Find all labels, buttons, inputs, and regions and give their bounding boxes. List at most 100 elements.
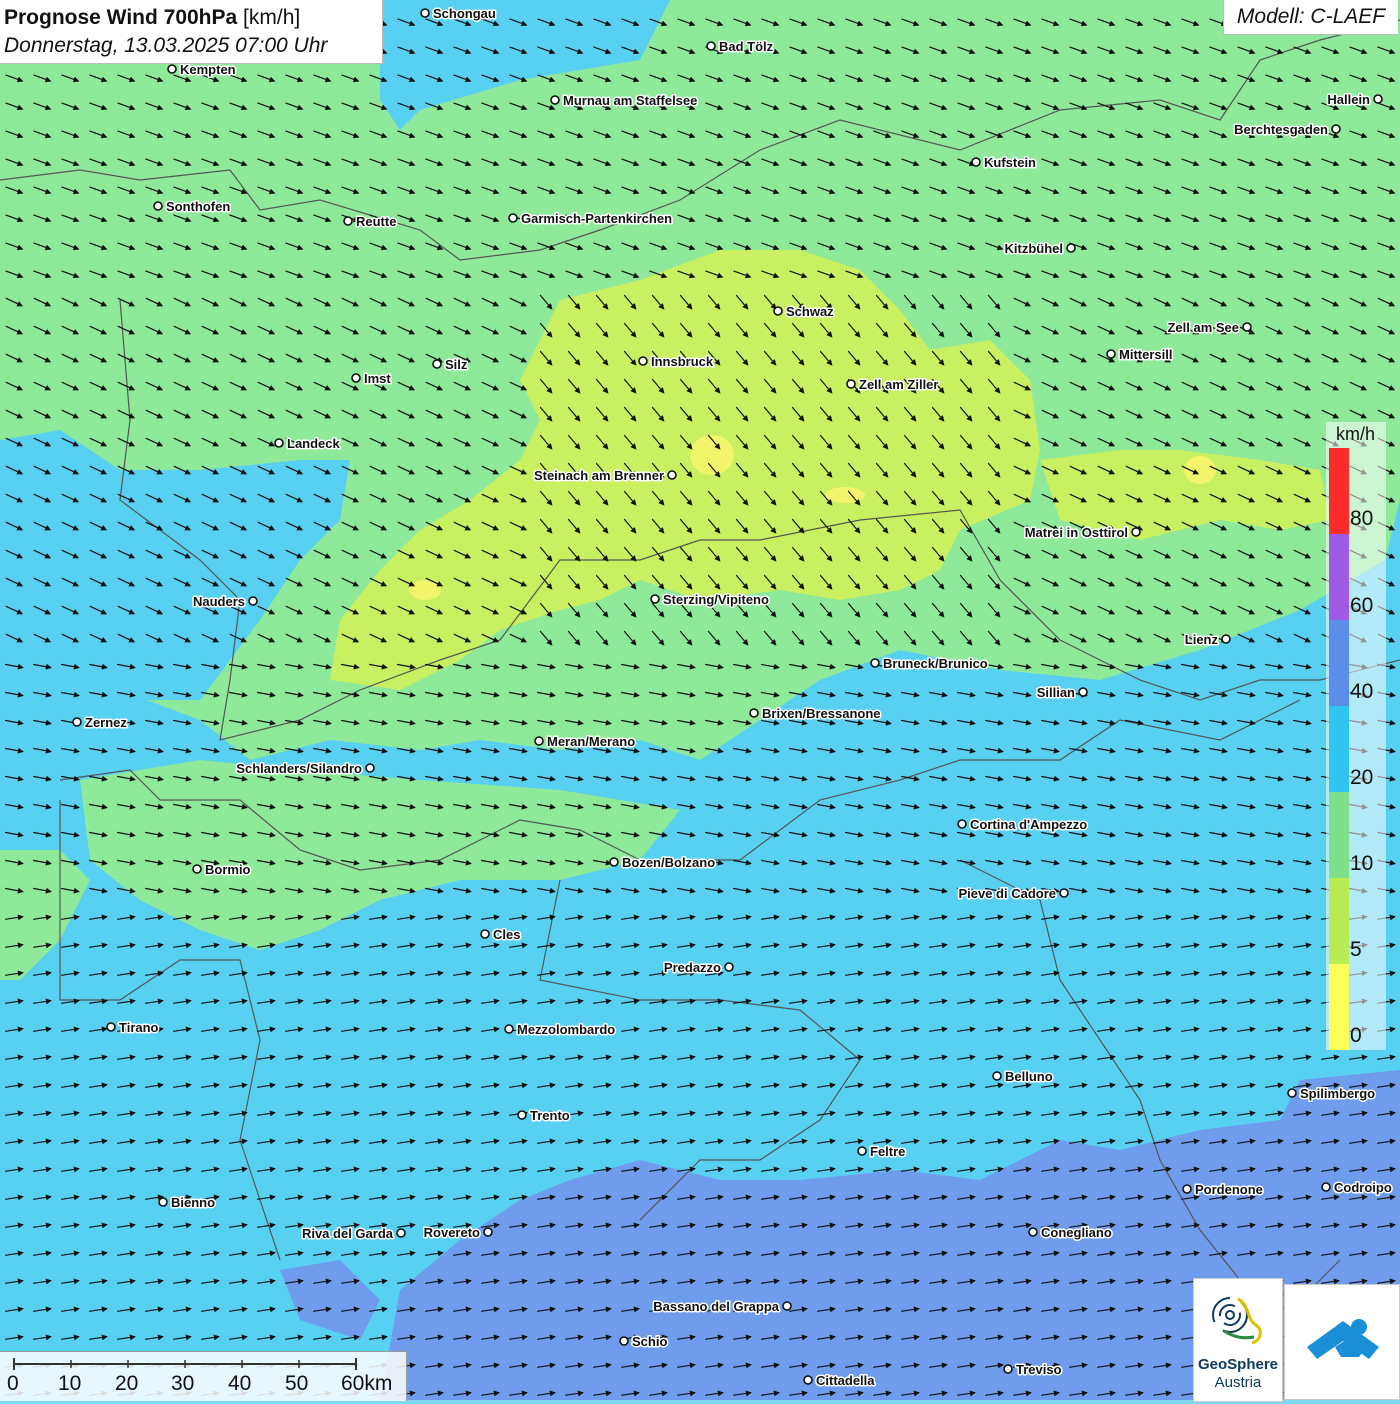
city-label: Predazzo <box>664 960 721 975</box>
geosphere-logo-icon <box>1212 1297 1262 1345</box>
city-label: Schio <box>632 1334 667 1349</box>
city-label: Rovereto <box>424 1225 480 1240</box>
legend-swatch <box>1329 792 1349 878</box>
city-marker: Schlanders/Silandro <box>235 760 375 778</box>
city-dot <box>1321 1182 1331 1192</box>
city-label: Schlanders/Silandro <box>236 761 362 776</box>
city-label: Treviso <box>1016 1362 1062 1377</box>
city-dot <box>1106 349 1116 359</box>
city-dot <box>1242 322 1252 332</box>
scale-label: 20 <box>115 1372 139 1395</box>
city-label: Cles <box>493 927 520 942</box>
scale-label: 60km <box>341 1372 393 1395</box>
city-label: Pordenone <box>1195 1182 1263 1197</box>
city-dot <box>365 763 375 773</box>
city-label: Bienno <box>171 1195 215 1210</box>
city-dot <box>857 1146 867 1156</box>
city-marker: Berchtesgaden <box>1233 121 1341 139</box>
city-label: Innsbruck <box>651 354 714 369</box>
legend-label: 40 <box>1350 680 1374 703</box>
city-label: Mezzolombardo <box>517 1022 615 1037</box>
city-label: Cittadella <box>816 1373 875 1388</box>
city-dot <box>1059 888 1069 898</box>
city-dot <box>1373 94 1383 104</box>
city-label: Nauders <box>193 594 245 609</box>
wind-field-yellow-spot <box>690 435 734 475</box>
city-label: Zell am Ziller <box>859 377 938 392</box>
legend-swatch <box>1329 878 1349 964</box>
legend-label: 60 <box>1350 594 1374 617</box>
city-label: Belluno <box>1005 1069 1053 1084</box>
city-label: Spilimbergo <box>1300 1086 1375 1101</box>
city-marker: Meran/Merano <box>534 733 637 751</box>
city-dot <box>167 64 177 74</box>
legend-label: 0 <box>1350 1024 1362 1047</box>
city-label: Conegliano <box>1041 1225 1112 1240</box>
scale-label: 10 <box>58 1372 82 1395</box>
page-title: Prognose Wind 700hPa [km/h] <box>4 6 300 30</box>
legend-label: 5 <box>1350 938 1362 961</box>
city-label: Bormio <box>205 862 251 877</box>
city-marker: Innsbruck <box>638 353 715 371</box>
city-dot <box>1028 1227 1038 1237</box>
city-dot <box>724 962 734 972</box>
city-label: Imst <box>364 371 391 386</box>
logo-line2: Austria <box>1214 1374 1262 1391</box>
city-dot <box>1331 124 1341 134</box>
city-dot <box>638 356 648 366</box>
city-marker: Bassano del Grappa <box>652 1298 792 1316</box>
city-dot <box>432 359 442 369</box>
legend-color-bar <box>1329 448 1349 1050</box>
city-label: Matrei in Osttirol <box>1025 525 1128 540</box>
city-label: Silz <box>445 357 468 372</box>
city-label: Hallein <box>1327 92 1370 107</box>
city-label: Trento <box>530 1108 570 1123</box>
city-marker: Brixen/Bressanone <box>749 705 882 723</box>
legend-swatch <box>1329 706 1349 792</box>
city-dot <box>971 157 981 167</box>
city-marker: Garmisch-Partenkirchen <box>508 210 674 228</box>
city-marker: Spilimbergo <box>1287 1085 1377 1103</box>
city-label: Zernez <box>85 715 127 730</box>
wind-field-yellow-spot <box>825 487 865 503</box>
title-box: Prognose Wind 700hPa [km/h] Donnerstag, … <box>0 0 383 64</box>
city-label: Mittersill <box>1119 347 1172 362</box>
city-dot <box>667 470 677 480</box>
city-dot <box>609 857 619 867</box>
city-dot <box>351 373 361 383</box>
forecast-date: Donnerstag, 13.03.2025 07:00 Uhr <box>4 34 328 57</box>
city-dot <box>483 1227 493 1237</box>
legend-label: 20 <box>1350 766 1374 789</box>
city-label: Lienz <box>1185 632 1219 647</box>
city-marker: Pieve di Cadore <box>957 885 1069 903</box>
title-unit: [km/h] <box>243 6 301 29</box>
city-dot <box>504 1024 514 1034</box>
city-dot <box>274 438 284 448</box>
city-dot <box>508 213 518 223</box>
city-dot <box>619 1336 629 1346</box>
city-dot <box>992 1071 1002 1081</box>
title-main: Prognose Wind 700hPa <box>4 6 238 29</box>
city-marker: Pordenone <box>1182 1181 1264 1199</box>
city-dot <box>1003 1364 1013 1374</box>
city-marker: Zell am Ziller <box>846 376 940 394</box>
city-label: Steinach am Brenner <box>534 468 664 483</box>
city-label: Pieve di Cadore <box>958 886 1056 901</box>
city-label: Kufstein <box>984 155 1036 170</box>
app-logo <box>1284 1284 1400 1400</box>
city-label: Meran/Merano <box>547 734 635 749</box>
city-label: Bassano del Grappa <box>653 1299 779 1314</box>
city-dot <box>106 1022 116 1032</box>
city-dot <box>1078 687 1088 697</box>
city-dot <box>72 717 82 727</box>
city-dot <box>420 8 430 18</box>
city-marker: Bruneck/Brunico <box>870 655 989 673</box>
city-label: Cortina d'Ampezzo <box>970 817 1087 832</box>
city-label: Berchtesgaden <box>1234 122 1328 137</box>
city-marker: Sonthofen <box>153 198 232 216</box>
geosphere-logo: GeoSphere Austria <box>1193 1278 1283 1402</box>
city-label: Zell am See <box>1167 320 1239 335</box>
legend-swatch <box>1329 448 1349 534</box>
city-label: Reutte <box>356 214 396 229</box>
city-marker: Zell am See <box>1166 319 1252 337</box>
